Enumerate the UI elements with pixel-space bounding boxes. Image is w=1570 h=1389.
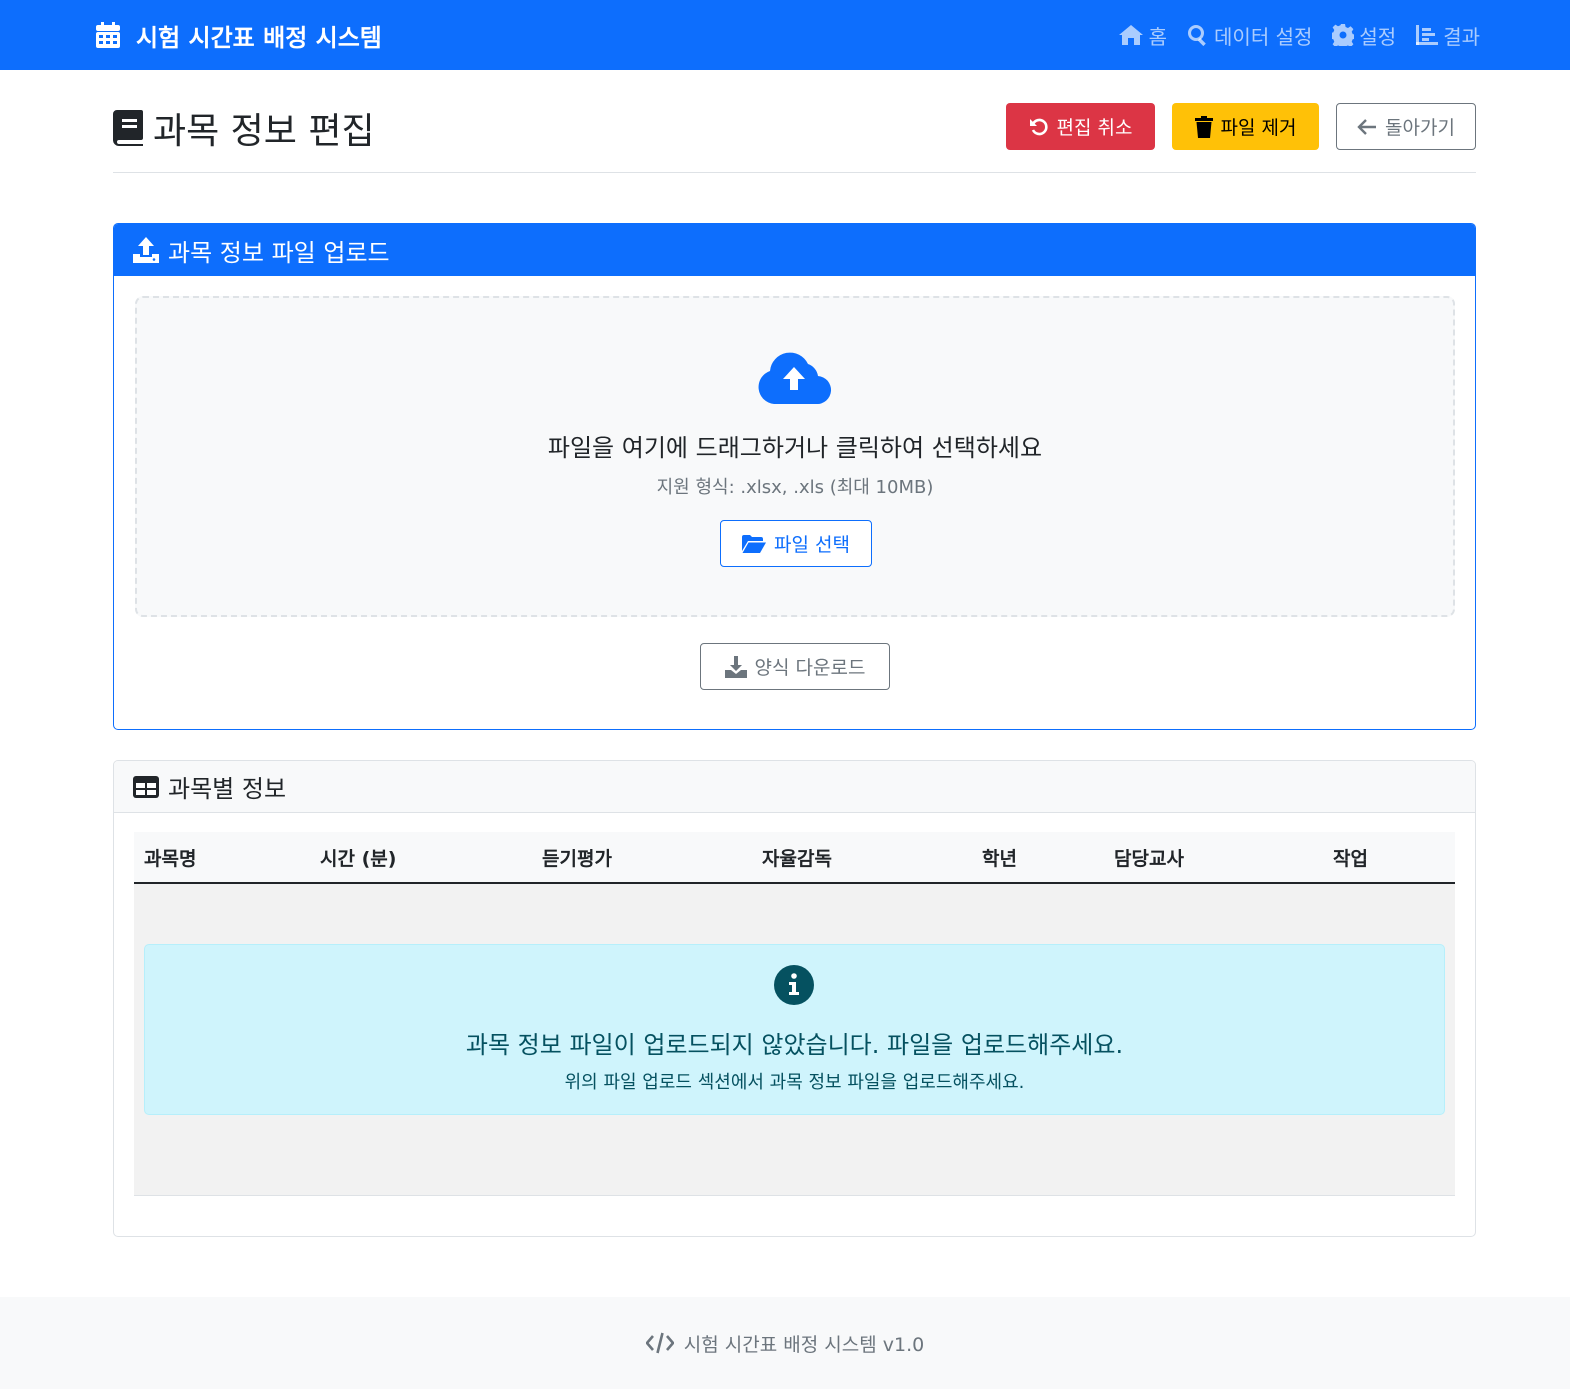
upload-card-header: 과목 정보 파일 업로드 — [114, 224, 1475, 276]
back-label: 돌아가기 — [1385, 117, 1455, 139]
page-title-text: 과목 정보 편집 — [153, 111, 375, 152]
arrow-left-icon — [1357, 118, 1377, 135]
undo-icon — [1029, 118, 1048, 135]
home-icon — [1118, 25, 1143, 45]
download-template-label: 양식 다운로드 — [754, 657, 866, 679]
nav-link-settings[interactable]: 설정 — [1332, 21, 1396, 50]
table-body: 과목 정보 파일이 업로드되지 않았습니다. 파일을 업로드해주세요. 위의 파… — [134, 884, 1455, 1196]
column-header: 작업 — [1333, 847, 1368, 870]
column-header: 학년 — [982, 847, 1017, 870]
book-icon — [113, 110, 143, 146]
nav-link-label: 설정 — [1359, 24, 1397, 49]
nav-links: 홈 데이터 설정 설정 결과 — [1118, 0, 1480, 70]
nav-link-home[interactable]: 홈 — [1118, 21, 1167, 50]
upload-card-title: 과목 정보 파일 업로드 — [168, 238, 390, 267]
page-header: 과목 정보 편집 편집 취소 파일 제거 돌아가기 — [113, 100, 1476, 173]
cloud-upload-icon — [758, 352, 832, 404]
chart-icon — [1416, 25, 1439, 45]
code-icon — [645, 1332, 674, 1354]
navbar-brand[interactable]: 시험 시간표 배정 시스템 — [96, 0, 382, 70]
folder-open-icon — [742, 534, 767, 553]
footer-text: 시험 시간표 배정 시스템 v1.0 — [683, 1333, 925, 1356]
brand-title: 시험 시간표 배정 시스템 — [136, 23, 382, 52]
calendar-icon — [96, 22, 120, 48]
cancel-edit-label: 편집 취소 — [1056, 117, 1133, 139]
nav-link-label: 데이터 설정 — [1214, 24, 1313, 49]
subject-info-title: 과목별 정보 — [168, 775, 287, 803]
subject-info-header: 과목별 정보 — [114, 761, 1475, 813]
nav-link-results[interactable]: 결과 — [1416, 21, 1480, 50]
empty-state-title: 과목 정보 파일이 업로드되지 않았습니다. 파일을 업로드해주세요. — [465, 1031, 1124, 1059]
header-buttons: 편집 취소 파일 제거 돌아가기 — [1006, 103, 1476, 150]
trash-icon — [1194, 115, 1213, 138]
cancel-edit-button[interactable]: 편집 취소 — [1006, 103, 1155, 150]
page-title: 과목 정보 편집 — [113, 102, 375, 154]
select-file-label: 파일 선택 — [774, 534, 850, 556]
table-icon — [133, 775, 159, 798]
gear-icon — [1332, 24, 1355, 46]
empty-state-subtitle: 위의 파일 업로드 섹션에서 과목 정보 파일을 업로드해주세요. — [564, 1072, 1025, 1093]
back-button[interactable]: 돌아가기 — [1336, 103, 1476, 150]
select-file-button[interactable]: 파일 선택 — [720, 520, 872, 567]
subject-info-card: 과목별 정보 과목명 시간 (분) 듣기평가 자율감독 학년 담당교사 작업 과… — [113, 760, 1476, 1237]
dropzone-formats: 지원 형식: .xlsx, .xls (최대 10MB) — [656, 477, 934, 498]
search-icon — [1188, 25, 1206, 46]
footer: 시험 시간표 배정 시스템 v1.0 — [0, 1297, 1570, 1389]
upload-icon — [133, 237, 159, 263]
column-header: 과목명 — [144, 847, 197, 870]
column-header: 시간 (분) — [320, 847, 397, 870]
remove-file-label: 파일 제거 — [1220, 117, 1297, 139]
info-icon — [774, 965, 814, 1005]
file-dropzone[interactable]: 파일을 여기에 드래그하거나 클릭하여 선택하세요 지원 형식: .xlsx, … — [135, 296, 1455, 617]
column-header: 자율감독 — [762, 847, 832, 870]
dropzone-text: 파일을 여기에 드래그하거나 클릭하여 선택하세요 — [547, 434, 1043, 462]
nav-link-label: 홈 — [1148, 24, 1168, 49]
subject-table: 과목명 시간 (분) 듣기평가 자율감독 학년 담당교사 작업 과목 정보 파일… — [134, 832, 1455, 1196]
navbar: 시험 시간표 배정 시스템 홈 데이터 설정 설정 결과 — [0, 0, 1570, 70]
upload-card: 과목 정보 파일 업로드 파일을 여기에 드래그하거나 클릭하여 선택하세요 지… — [113, 223, 1476, 730]
download-template-button[interactable]: 양식 다운로드 — [700, 643, 890, 690]
column-header: 듣기평가 — [542, 847, 612, 870]
nav-link-data-settings[interactable]: 데이터 설정 — [1187, 21, 1312, 50]
column-header: 담당교사 — [1114, 847, 1184, 870]
remove-file-button[interactable]: 파일 제거 — [1172, 103, 1319, 150]
empty-state-alert: 과목 정보 파일이 업로드되지 않았습니다. 파일을 업로드해주세요. 위의 파… — [144, 944, 1445, 1115]
download-icon — [724, 655, 747, 678]
table-header: 과목명 시간 (분) 듣기평가 자율감독 학년 담당교사 작업 — [134, 832, 1455, 884]
nav-link-label: 결과 — [1443, 24, 1480, 49]
